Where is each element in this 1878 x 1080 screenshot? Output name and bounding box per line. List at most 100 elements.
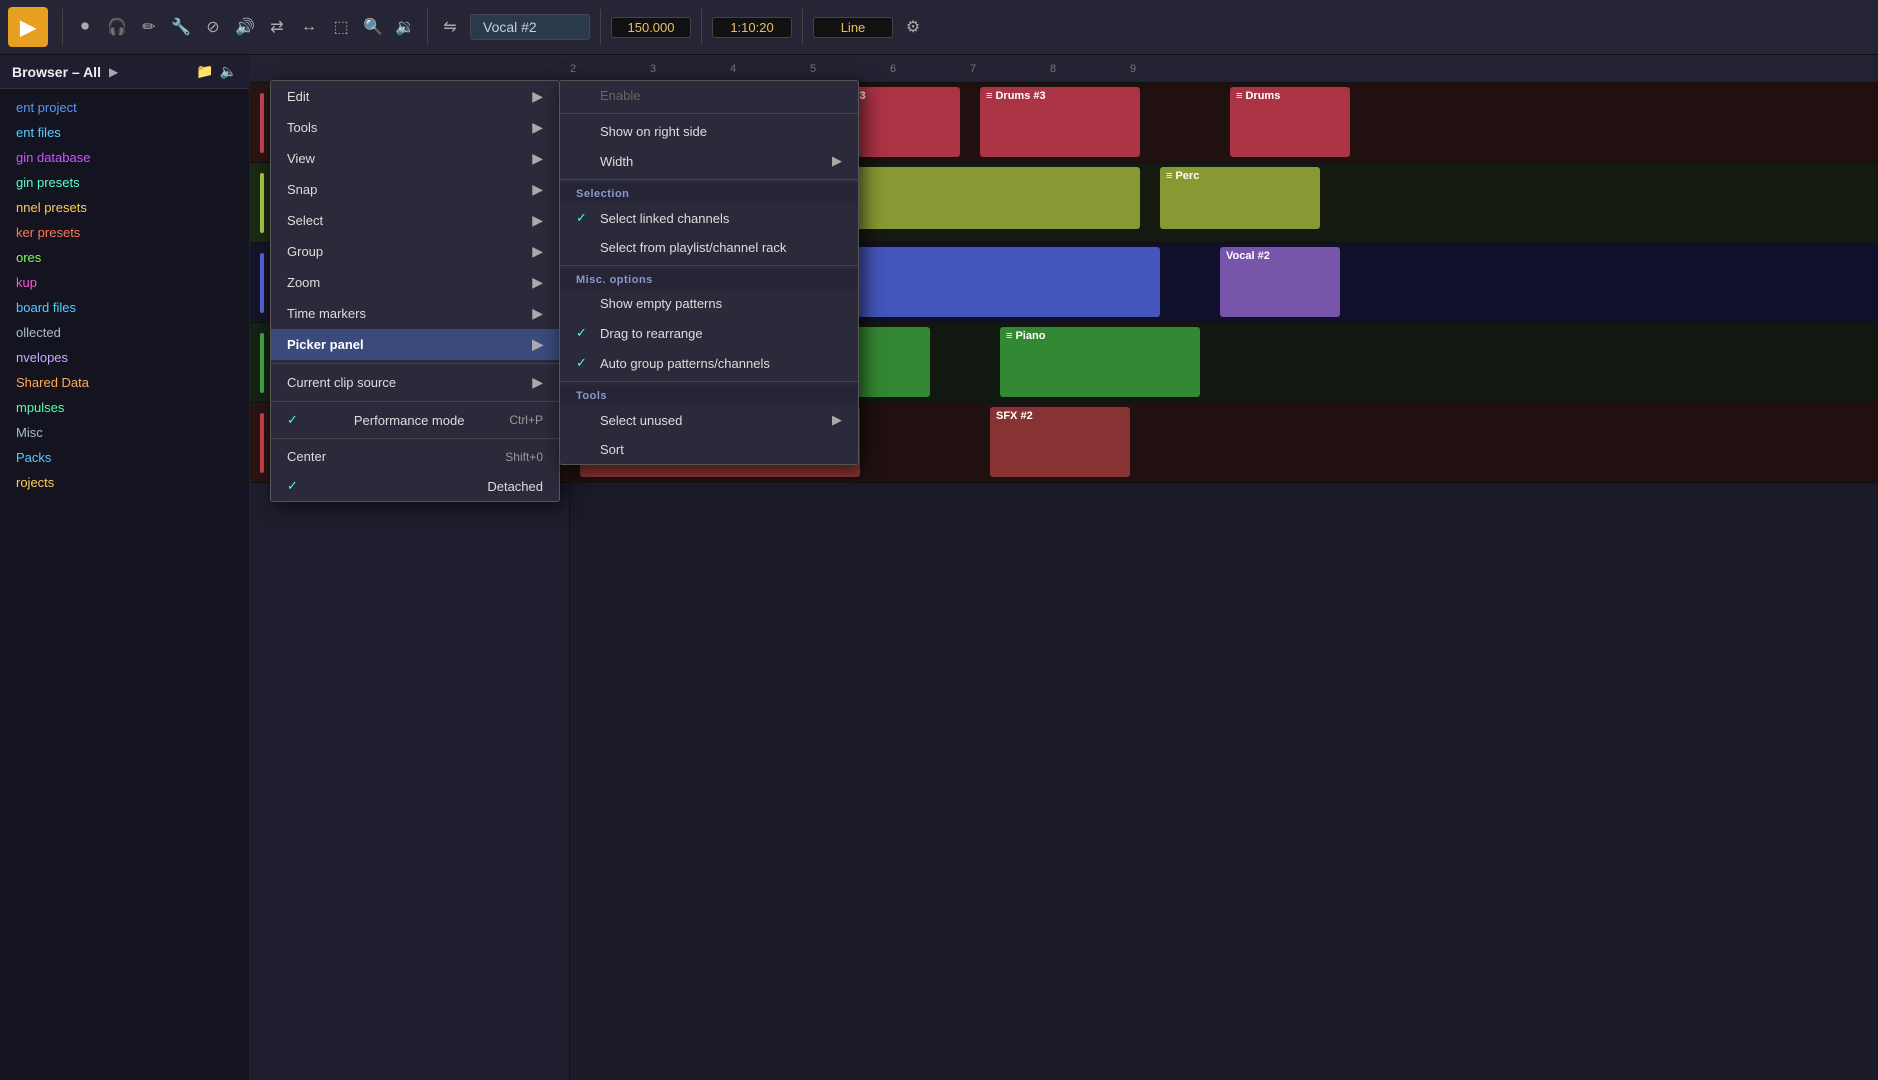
browser-item-current-project[interactable]: ent project xyxy=(0,95,249,120)
menu-item-performance[interactable]: ✓ Performance mode Ctrl+P xyxy=(271,405,559,435)
perc-color-bar xyxy=(260,173,264,233)
browser-item-envelopes[interactable]: nvelopes xyxy=(0,345,249,370)
toolbar-btn-lr[interactable]: ⇄ xyxy=(261,11,293,43)
track-name-display[interactable]: Vocal #2 xyxy=(470,14,590,40)
submenu-item-show-right[interactable]: Show on right side xyxy=(560,117,858,146)
browser-item-plugin-presets[interactable]: gin presets xyxy=(0,170,249,195)
submenu-item-select-unused[interactable]: Select unused ▶ xyxy=(560,405,858,435)
submenu-select-unused-label: Select unused xyxy=(600,413,682,428)
menu-item-snap[interactable]: Snap ▶ xyxy=(271,174,559,205)
menu-snap-arrow: ▶ xyxy=(532,181,543,198)
browser-speaker-icon[interactable]: 🔈 xyxy=(220,63,237,80)
menu-edit-arrow: ▶ xyxy=(532,88,543,105)
menu-item-view[interactable]: View ▶ xyxy=(271,143,559,174)
submenu-section-misc: Misc. options xyxy=(560,269,858,289)
submenu-item-drag-rearrange[interactable]: ✓ Drag to rearrange xyxy=(560,318,858,348)
menu-zoom-arrow: ▶ xyxy=(532,274,543,291)
menu-divider-3 xyxy=(271,438,559,439)
toolbar-btn-fade[interactable]: ⇋ xyxy=(434,11,466,43)
main-context-menu: Edit ▶ Tools ▶ View ▶ Snap ▶ Select ▶ Gr… xyxy=(270,80,560,502)
sfx-clip-2[interactable]: SFX #2 xyxy=(990,407,1130,477)
menu-item-group[interactable]: Group ▶ xyxy=(271,236,559,267)
menu-item-tools[interactable]: Tools ▶ xyxy=(271,112,559,143)
browser-item-scores[interactable]: ores xyxy=(0,245,249,270)
menu-time-markers-arrow: ▶ xyxy=(532,305,543,322)
menu-item-current-clip[interactable]: Current clip source ▶ xyxy=(271,367,559,398)
submenu-section-selection: Selection xyxy=(560,183,858,203)
vocal-clip-2[interactable]: Vocal #2 xyxy=(1220,247,1340,317)
browser-item-plugin-db[interactable]: gin database xyxy=(0,145,249,170)
submenu-item-show-empty[interactable]: Show empty patterns xyxy=(560,289,858,318)
submenu-item-select-linked[interactable]: ✓ Select linked channels xyxy=(560,203,858,233)
browser-item-channel-presets[interactable]: nnel presets xyxy=(0,195,249,220)
menu-detached-label: Detached xyxy=(487,479,543,494)
detached-check-icon: ✓ xyxy=(287,478,303,494)
browser-item-impulses[interactable]: mpulses xyxy=(0,395,249,420)
submenu-item-select-from[interactable]: Select from playlist/channel rack xyxy=(560,233,858,262)
menu-item-edit[interactable]: Edit ▶ xyxy=(271,81,559,112)
menu-select-label: Select xyxy=(287,213,323,228)
ruler-mark-4: 4 xyxy=(730,63,810,75)
menu-tools-arrow: ▶ xyxy=(532,119,543,136)
drums-clip-3[interactable]: ≡ Drums #3 xyxy=(980,87,1140,157)
toolbar-btn-move[interactable]: ↔ xyxy=(293,11,325,43)
menu-snap-label: Snap xyxy=(287,182,317,197)
toolbar-btn-magnet[interactable]: 🔧 xyxy=(165,11,197,43)
perc-clip-2[interactable]: ≡ Perc xyxy=(1160,167,1320,229)
toolbar-btn-vol[interactable]: 🔉 xyxy=(389,11,421,43)
submenu-auto-group-label: Auto group patterns/channels xyxy=(600,356,770,371)
drums-clip-4[interactable]: ≡ Drums xyxy=(1230,87,1350,157)
app-logo: ▶ xyxy=(8,7,48,47)
menu-current-clip-label: Current clip source xyxy=(287,375,396,390)
submenu-item-width[interactable]: Width ▶ xyxy=(560,146,858,176)
browser-item-collected[interactable]: ollected xyxy=(0,320,249,345)
menu-performance-label: Performance mode xyxy=(354,413,465,428)
piano-color-bar xyxy=(260,333,264,393)
submenu-show-right-label: Show on right side xyxy=(600,124,707,139)
menu-item-time-markers[interactable]: Time markers ▶ xyxy=(271,298,559,329)
menu-item-detached[interactable]: ✓ Detached xyxy=(271,471,559,501)
timeline-ruler: 2 3 4 5 6 7 8 9 xyxy=(250,55,1878,83)
menu-item-zoom[interactable]: Zoom ▶ xyxy=(271,267,559,298)
submenu-item-sort[interactable]: Sort xyxy=(560,435,858,464)
toolbar-btn-speaker[interactable]: 🔊 xyxy=(229,11,261,43)
toolbar-btn-settings[interactable]: ⚙ xyxy=(897,11,929,43)
browser-folder-icon[interactable]: 📁 xyxy=(196,63,213,80)
browser-title: Browser – All xyxy=(12,64,101,80)
submenu-item-auto-group[interactable]: ✓ Auto group patterns/channels xyxy=(560,348,858,378)
browser-item-packs[interactable]: Packs xyxy=(0,445,249,470)
browser-item-current-files[interactable]: ent files xyxy=(0,120,249,145)
toolbar-separator-5 xyxy=(802,9,803,45)
toolbar-btn-select[interactable]: ⬚ xyxy=(325,11,357,43)
ruler-mark-9: 9 xyxy=(1130,63,1210,75)
piano-clip-2[interactable]: ≡ Piano xyxy=(1000,327,1200,397)
browser-item-clipboard[interactable]: board files xyxy=(0,295,249,320)
toolbar-btn-mute[interactable]: ⊘ xyxy=(197,11,229,43)
ruler-mark-3: 3 xyxy=(650,63,730,75)
menu-group-label: Group xyxy=(287,244,323,259)
menu-center-shortcut: Shift+0 xyxy=(505,450,543,464)
vocal-color-bar xyxy=(260,253,264,313)
toolbar-btn-1[interactable]: ⏺ xyxy=(69,11,101,43)
submenu-divider-2 xyxy=(560,179,858,180)
toolbar-btn-pencil[interactable]: ✏ xyxy=(133,11,165,43)
browser-icon-group: 📁 🔈 xyxy=(196,63,237,80)
toolbar-btn-2[interactable]: 🎧 xyxy=(101,11,133,43)
browser-item-shared-data[interactable]: Shared Data xyxy=(0,370,249,395)
browser-item-maker-presets[interactable]: ker presets xyxy=(0,220,249,245)
toolbar-separator-2 xyxy=(427,9,428,45)
browser-item-projects[interactable]: rojects xyxy=(0,470,249,495)
browser-item-misc[interactable]: Misc xyxy=(0,420,249,445)
submenu-divider-3 xyxy=(560,265,858,266)
toolbar-separator-3 xyxy=(600,9,601,45)
toolbar-separator-1 xyxy=(62,9,63,45)
menu-item-picker-panel[interactable]: Picker panel ▶ xyxy=(271,329,559,360)
ruler-mark-5: 5 xyxy=(810,63,890,75)
browser-item-backup[interactable]: kup xyxy=(0,270,249,295)
picker-panel-submenu: Enable Show on right side Width ▶ Select… xyxy=(559,80,859,465)
menu-item-select[interactable]: Select ▶ xyxy=(271,205,559,236)
submenu-enable-label: Enable xyxy=(600,88,640,103)
toolbar-btn-zoom[interactable]: 🔍 xyxy=(357,11,389,43)
menu-item-center[interactable]: Center Shift+0 xyxy=(271,442,559,471)
submenu-width-label: Width xyxy=(600,154,633,169)
